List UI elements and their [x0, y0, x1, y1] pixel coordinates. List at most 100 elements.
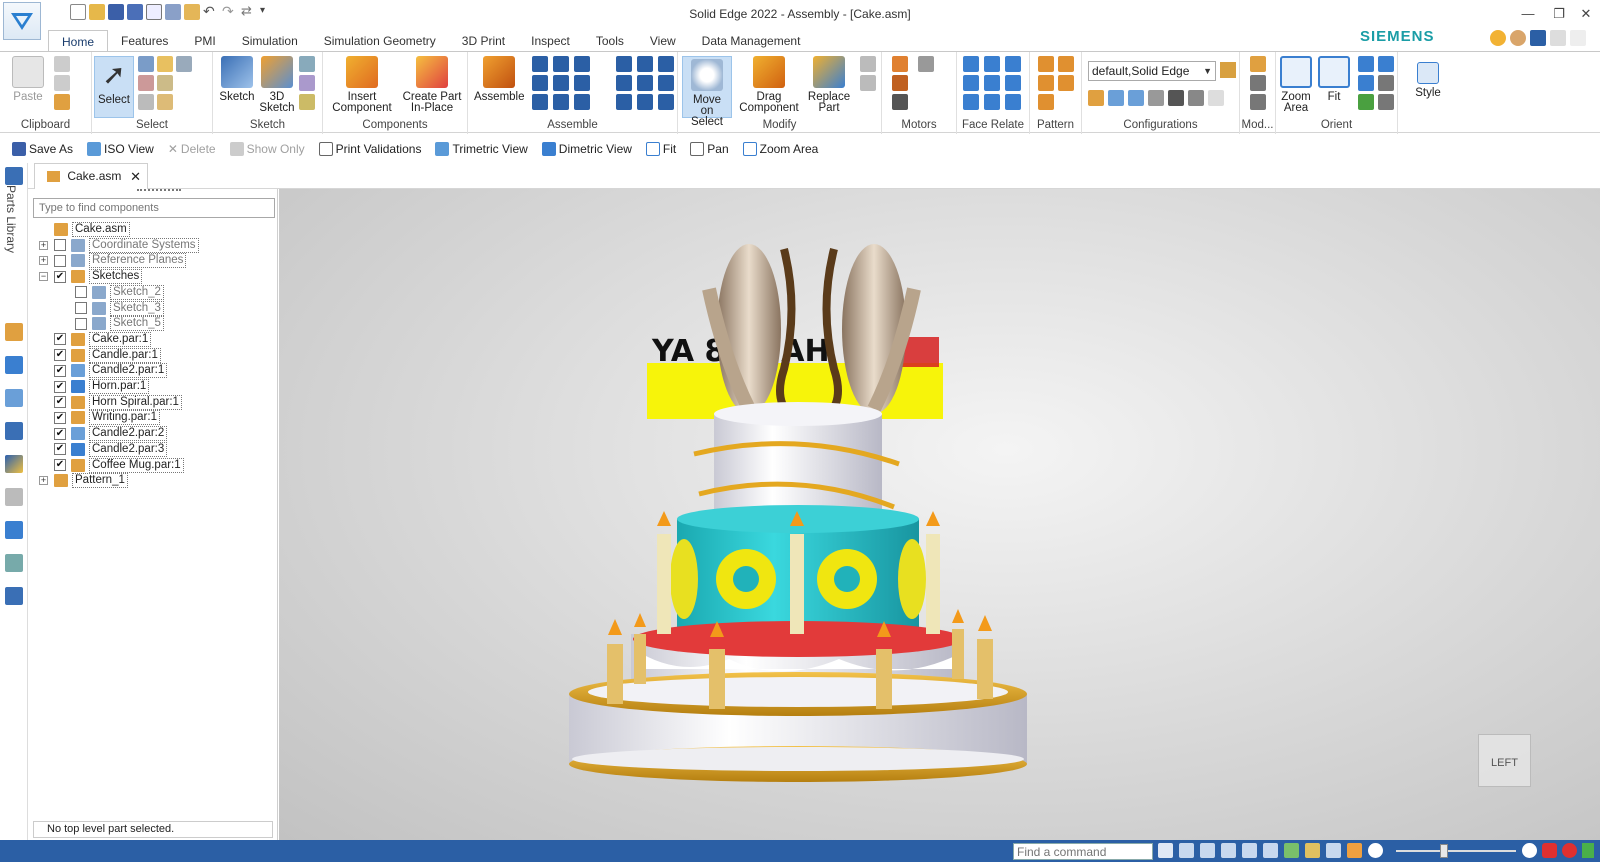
spin-icon[interactable]: [1378, 75, 1394, 91]
face-rigid-icon[interactable]: [1005, 94, 1021, 110]
gear-rel-icon[interactable]: [616, 75, 632, 91]
visibility-checkbox[interactable]: [75, 317, 87, 330]
face-concentric-icon[interactable]: [984, 56, 1000, 72]
appearance-icon[interactable]: [5, 455, 23, 473]
angle-icon[interactable]: [532, 75, 548, 91]
zoom-area-status-icon[interactable]: [1179, 843, 1194, 858]
smiley-sad-icon[interactable]: [1510, 30, 1526, 46]
face-aligned-icon[interactable]: [984, 94, 1000, 110]
animation-icon[interactable]: [892, 94, 908, 110]
tree-node[interactable]: Sketch_5: [75, 316, 164, 332]
mod-measure-icon[interactable]: [1250, 75, 1266, 91]
disperse-icon[interactable]: [860, 75, 876, 91]
cut-icon[interactable]: [54, 56, 70, 72]
sketch-button[interactable]: Sketch: [217, 56, 257, 103]
pan-status-icon[interactable]: [1242, 843, 1257, 858]
format-painter-icon[interactable]: [54, 94, 70, 110]
spin-status-icon[interactable]: [1284, 843, 1299, 858]
flash-fit-icon[interactable]: [616, 94, 632, 110]
insert-rel-icon[interactable]: [616, 56, 632, 72]
dimetric-view-command[interactable]: Dimetric View: [541, 142, 632, 156]
select-outside-icon[interactable]: [157, 94, 173, 110]
sketch-view-icon[interactable]: [1378, 94, 1394, 110]
zoom-status-icon[interactable]: [1200, 843, 1215, 858]
tree-node[interactable]: ✔ Horn.par:1: [39, 379, 150, 394]
simulate-motor-icon[interactable]: [918, 56, 934, 72]
restore-button[interactable]: ❐: [1548, 6, 1570, 22]
minimize-button[interactable]: —: [1517, 6, 1539, 21]
visibility-checkbox[interactable]: ✔: [54, 427, 66, 440]
tree-node[interactable]: + Pattern_1: [39, 473, 128, 489]
smiley-happy-icon[interactable]: [1490, 30, 1506, 46]
face-perpendicular-icon[interactable]: [963, 75, 979, 91]
tangent-icon[interactable]: [553, 75, 569, 91]
close-doc-icon[interactable]: [1570, 30, 1586, 46]
tab-3d-print[interactable]: 3D Print: [449, 30, 518, 52]
expand-toggle-icon[interactable]: +: [39, 256, 48, 266]
drag-component-button[interactable]: Drag Component: [736, 56, 802, 114]
tree-node[interactable]: ✔ Candle2.par:2: [39, 426, 168, 442]
tab-features[interactable]: Features: [108, 30, 181, 52]
face-coplanar-icon[interactable]: [963, 56, 979, 72]
connect-icon[interactable]: [637, 56, 653, 72]
motor-icon[interactable]: [892, 56, 908, 72]
pathfinder-icon[interactable]: [5, 323, 23, 341]
display-status-icon[interactable]: [1326, 843, 1341, 858]
tree-node[interactable]: + Reference Planes: [39, 253, 187, 269]
tree-node[interactable]: Sketch_3: [75, 300, 164, 316]
explode-config-icon[interactable]: [1108, 90, 1124, 106]
display-config-icon[interactable]: [1088, 90, 1104, 106]
zoom-slider-track[interactable]: [1396, 850, 1516, 852]
config-manager-icon[interactable]: [1220, 62, 1236, 78]
center-plane-icon[interactable]: [532, 94, 548, 110]
zoom-out-icon[interactable]: [1368, 843, 1383, 858]
ribbon-minimize-icon[interactable]: [1550, 30, 1566, 46]
match-cs-icon[interactable]: [574, 94, 590, 110]
path-icon[interactable]: [658, 75, 674, 91]
rigid-set-icon[interactable]: [553, 94, 569, 110]
record-icon[interactable]: [1562, 843, 1577, 858]
tree-node[interactable]: ✔ Candle2.par:1: [39, 363, 168, 379]
iso-view-command[interactable]: ISO View: [87, 142, 154, 156]
visibility-checkbox[interactable]: ✔: [54, 459, 66, 471]
zoom-in-icon[interactable]: [1522, 843, 1537, 858]
close-button[interactable]: ✕: [1575, 6, 1597, 22]
select-box-icon[interactable]: [138, 75, 154, 91]
tree-node[interactable]: ✔ Coffee Mug.par:1: [39, 457, 184, 473]
face-tangent-icon[interactable]: [984, 75, 1000, 91]
tree-node[interactable]: Cake.asm: [39, 222, 130, 237]
mirror-icon[interactable]: [1038, 75, 1054, 91]
paste-button[interactable]: Paste: [8, 56, 48, 103]
mate-icon[interactable]: [532, 56, 548, 72]
linear-motor-icon[interactable]: [892, 75, 908, 91]
link-sketch-icon[interactable]: [299, 75, 315, 91]
tab-view[interactable]: View: [637, 30, 689, 52]
sensors-icon[interactable]: [5, 488, 23, 506]
component-search-input[interactable]: [33, 198, 275, 218]
alternate-config-icon[interactable]: [1148, 90, 1164, 106]
visibility-checkbox[interactable]: ✔: [54, 364, 66, 377]
sensor-icon[interactable]: [1188, 90, 1204, 106]
tree-node[interactable]: ✔ Writing.par:1: [39, 410, 160, 426]
parts-library-icon[interactable]: [5, 167, 23, 185]
delete-command[interactable]: ✕ Delete: [168, 142, 216, 156]
views-icon[interactable]: [5, 521, 23, 539]
fit-command[interactable]: Fit: [645, 142, 676, 156]
upload-icon[interactable]: [1582, 843, 1594, 858]
save-as-command[interactable]: Save As: [12, 142, 73, 156]
expand-toggle-icon[interactable]: +: [39, 476, 48, 486]
tab-pmi[interactable]: PMI: [181, 30, 228, 52]
pattern-icon[interactable]: [1038, 56, 1054, 72]
rotate-icon[interactable]: [1358, 75, 1374, 91]
zone-config-icon[interactable]: [1128, 90, 1144, 106]
query-icon[interactable]: [157, 56, 173, 72]
camera-icon[interactable]: [1168, 90, 1184, 106]
view-orientation-cube[interactable]: LEFT: [1478, 734, 1531, 787]
pattern-more-icon[interactable]: [1038, 94, 1054, 110]
select-tools-icon[interactable]: [138, 56, 154, 72]
select-button[interactable]: ➚ Select: [94, 56, 134, 118]
expand-toggle-icon[interactable]: +: [39, 240, 48, 250]
face-symmetric-icon[interactable]: [1005, 75, 1021, 91]
mod-grid-icon[interactable]: [1250, 56, 1266, 72]
assemble-button[interactable]: Assemble: [474, 56, 525, 103]
